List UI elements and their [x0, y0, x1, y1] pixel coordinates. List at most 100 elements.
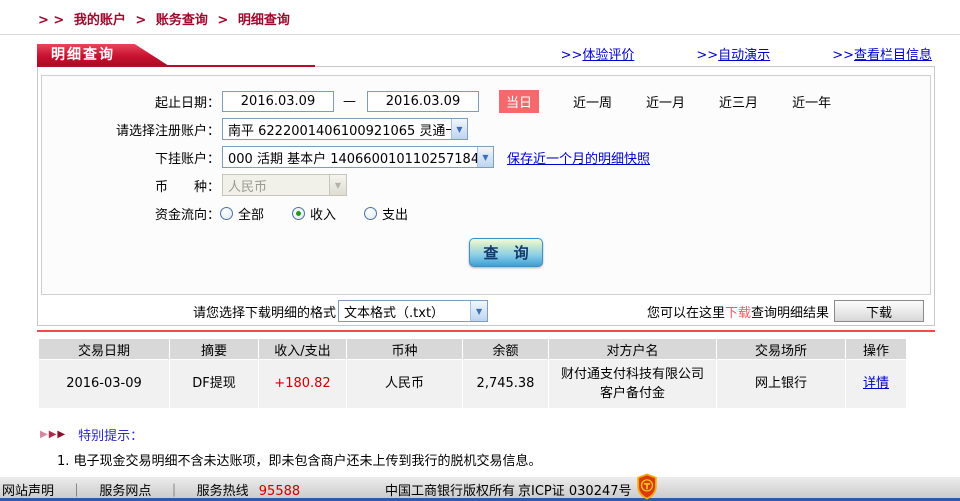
breadcrumb-separator: > [135, 13, 146, 28]
flow-label: 资金流向： [42, 204, 220, 223]
notice-title-row: ▶ ▶ ▶ 特别提示： [40, 425, 960, 444]
link-experience-review[interactable]: >>体验评价 [561, 44, 635, 63]
query-form: 起止日期： — 当日 近一周 近一月 近三月 近一年 请选择注册账户： 南平 6… [41, 75, 931, 295]
cell-amount: +180.82 [259, 360, 346, 408]
link-label: 自动演示 [718, 48, 770, 63]
radio-selected-icon [292, 207, 305, 220]
currency-row: 币 种： 人民币 ▼ [42, 172, 930, 198]
download-format-label: 请您选择下载明细的格式 [193, 302, 336, 321]
flow-option-label: 支出 [382, 204, 408, 223]
flow-option-label: 收入 [310, 204, 336, 223]
notice-title: 特别提示： [78, 425, 143, 444]
col-header-amount: 收入/支出 [259, 339, 346, 359]
breadcrumb-prefix: > > [38, 13, 64, 28]
link-label: 体验评价 [582, 48, 634, 63]
sub-account-select[interactable]: 000 活期 基本户 1406600101102571848 ▼ [222, 146, 494, 168]
flow-radio-expense[interactable]: 支出 [364, 204, 408, 223]
link-prefix: >> [832, 48, 854, 63]
chevron-down-icon: ▼ [470, 301, 487, 321]
footer-hotline-label: 服务热线 [197, 484, 249, 499]
chevron-down-icon: ▼ [329, 175, 346, 195]
register-account-label: 请选择注册账户： [42, 120, 220, 139]
sub-account-row: 下挂账户： 000 活期 基本户 1406600101102571848 ▼ 保… [42, 144, 930, 170]
special-notice: ▶ ▶ ▶ 特别提示： 1. 电子现金交易明细不含未达账项，即未包含商户还未上传… [40, 425, 960, 469]
link-auto-demo[interactable]: >>自动演示 [696, 44, 770, 63]
query-button[interactable]: 查 询 [469, 238, 543, 267]
download-button[interactable]: 下载 [834, 300, 924, 322]
quick-range-quarter[interactable]: 近三月 [719, 92, 758, 111]
cell-balance: 2,745.38 [463, 360, 548, 408]
cell-currency: 人民币 [347, 360, 462, 408]
date-dash: — [343, 94, 356, 109]
query-panel: 起止日期： — 当日 近一周 近一月 近三月 近一年 请选择注册账户： 南平 6… [37, 66, 935, 326]
detail-link[interactable]: 详情 [863, 376, 889, 391]
flow-row: 资金流向： 全部 收入 支出 [42, 200, 930, 226]
download-format-value: 文本格式（.txt） [339, 302, 449, 321]
flow-radio-income[interactable]: 收入 [292, 204, 336, 223]
query-button-row: 查 询 [42, 238, 930, 267]
chevron-down-icon: ▼ [477, 147, 493, 167]
sub-account-value: 000 活期 基本户 1406600101102571848 [223, 148, 477, 167]
flow-radio-all[interactable]: 全部 [220, 204, 264, 223]
currency-select: 人民币 ▼ [222, 174, 347, 196]
table-header-row: 交易日期 摘要 收入/支出 币种 余额 对方户名 交易场所 操作 [39, 339, 906, 359]
download-hint-link[interactable]: 下载 [725, 306, 751, 321]
breadcrumb-item-detail-query[interactable]: 明细查询 [238, 13, 290, 28]
register-account-value: 南平 6222001406100921065 灵通卡 [223, 120, 451, 139]
footer-copyright: 中国工商银行版权所有 [385, 480, 515, 499]
footer-separator: ｜ [70, 484, 83, 499]
transaction-table: 交易日期 摘要 收入/支出 币种 余额 对方户名 交易场所 操作 2016-03… [38, 338, 907, 409]
col-header-counterparty: 对方户名 [549, 339, 716, 359]
notice-item: 1. 电子现金交易明细不含未达账项，即未包含商户还未上传到我行的脱机交易信息。 [57, 450, 960, 469]
link-view-column-info[interactable]: >>查看栏目信息 [832, 44, 932, 63]
breadcrumb: > > 我的账户 > 账务查询 > 明细查询 [0, 0, 960, 35]
col-header-currency: 币种 [347, 339, 462, 359]
radio-icon [364, 207, 377, 220]
footer-link-service-outlets[interactable]: 服务网点 [99, 484, 151, 499]
link-prefix: >> [561, 48, 583, 63]
quick-range-month[interactable]: 近一月 [646, 92, 685, 111]
flow-option-label: 全部 [238, 204, 264, 223]
cell-date: 2016-03-09 [39, 360, 169, 408]
breadcrumb-item-account-query[interactable]: 账务查询 [156, 13, 208, 28]
today-button[interactable]: 当日 [499, 90, 539, 113]
snapshot-link[interactable]: 保存近一个月的明细快照 [507, 148, 650, 167]
download-hint-suffix: 查询明细结果 [751, 306, 829, 321]
date-to-input[interactable] [367, 91, 479, 112]
col-header-summary: 摘要 [170, 339, 258, 359]
quick-range-year[interactable]: 近一年 [792, 92, 831, 111]
footer-link-site-statement[interactable]: 网站声明 [2, 484, 54, 499]
col-header-balance: 余额 [463, 339, 548, 359]
breadcrumb-item-my-account[interactable]: 我的账户 [74, 13, 126, 28]
play-arrow-icon: ▶ [57, 429, 65, 440]
link-label: 查看栏目信息 [854, 48, 932, 63]
footer-separator: ｜ [167, 484, 180, 499]
tab-detail-query[interactable]: 明细查询 [37, 44, 169, 66]
play-arrow-icon: ▶ [40, 429, 48, 440]
download-format-select[interactable]: 文本格式（.txt） ▼ [338, 300, 488, 322]
cell-counterparty: 财付通支付科技有限公司客户备付金 [549, 360, 716, 408]
footer-hotline-number: 95588 [259, 484, 300, 499]
footer: 网站声明 ｜ 服务网点 ｜ 服务热线 95588 中国工商银行版权所有 京ICP… [0, 477, 960, 501]
download-hint: 您可以在这里下载查询明细结果 [647, 302, 829, 321]
date-from-input[interactable] [222, 91, 334, 112]
footer-icp: 京ICP证 030247号 [518, 480, 632, 499]
sub-account-label: 下挂账户： [42, 148, 220, 167]
col-header-venue: 交易场所 [717, 339, 845, 359]
breadcrumb-separator: > [217, 13, 228, 28]
link-prefix: >> [696, 48, 718, 63]
table-row: 2016-03-09 DF提现 +180.82 人民币 2,745.38 财付通… [39, 360, 906, 408]
footer-left: 网站声明 ｜ 服务网点 ｜ 服务热线 95588 [2, 480, 300, 499]
quick-range-week[interactable]: 近一周 [573, 92, 612, 111]
cell-summary: DF提现 [170, 360, 258, 408]
play-arrow-icon: ▶ [49, 429, 57, 440]
cell-action: 详情 [846, 360, 906, 408]
tab-bar: 明细查询 >>体验评价 >>自动演示 >>查看栏目信息 [37, 44, 935, 66]
chevron-down-icon: ▼ [451, 119, 467, 139]
download-row: 请您选择下载明细的格式 文本格式（.txt） ▼ 您可以在这里下载查询明细结果 … [41, 299, 924, 323]
security-badge-icon[interactable] [636, 473, 658, 500]
register-account-row: 请选择注册账户： 南平 6222001406100921065 灵通卡 ▼ [42, 116, 930, 142]
top-links: >>体验评价 >>自动演示 >>查看栏目信息 [561, 44, 932, 63]
red-separator [37, 330, 935, 332]
register-account-select[interactable]: 南平 6222001406100921065 灵通卡 ▼ [222, 118, 468, 140]
